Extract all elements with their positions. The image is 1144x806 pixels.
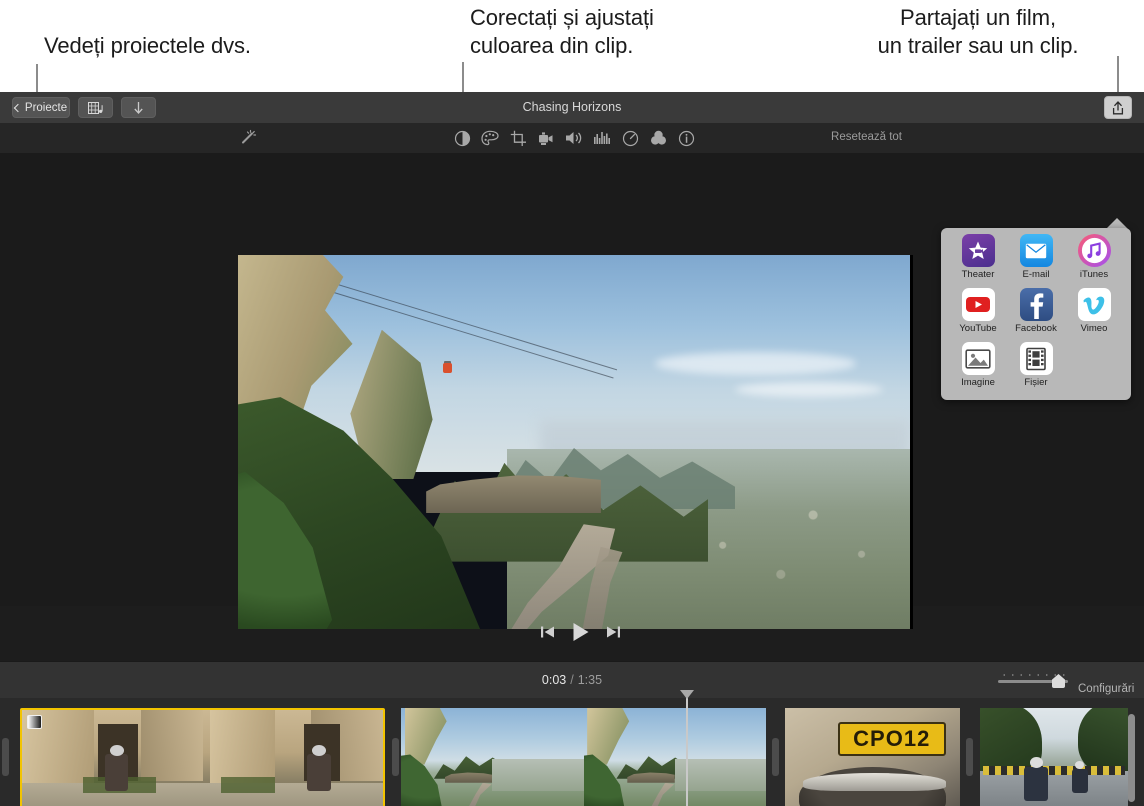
share-item-file[interactable]: Fișier <box>1007 342 1065 396</box>
callout-projects: Vedeți proiectele dvs. <box>44 32 251 60</box>
share-label: Facebook <box>1015 323 1057 334</box>
timeline-clip[interactable]: CPO12 <box>785 708 960 806</box>
share-popover[interactable]: Theater E-mail <box>941 228 1131 400</box>
preview-gondola <box>443 363 452 373</box>
adjustments-toolbar: Resetează tot <box>0 123 1144 154</box>
screenshot-root: Vedeți proiectele dvs. Corectați și ajus… <box>0 0 1144 806</box>
share-icon <box>1112 101 1124 115</box>
clip-frame <box>22 710 203 806</box>
share-label: YouTube <box>959 323 996 334</box>
share-item-theater[interactable]: Theater <box>949 234 1007 288</box>
color-balance-icon[interactable] <box>452 128 472 148</box>
share-label: iTunes <box>1080 269 1108 280</box>
enhance-wand-icon[interactable] <box>238 128 258 148</box>
volume-icon[interactable] <box>564 128 584 148</box>
share-label: Imagine <box>961 377 995 388</box>
share-label: Vimeo <box>1081 323 1108 334</box>
title-bar: Proiecte Chasing Hori <box>0 92 1144 124</box>
vimeo-icon <box>1078 288 1111 321</box>
skip-back-icon <box>540 625 556 639</box>
skip-forward-button[interactable] <box>603 622 623 642</box>
imovie-window: Proiecte Chasing Hori <box>0 92 1144 806</box>
youtube-icon <box>962 288 995 321</box>
playback-controls <box>0 614 1144 656</box>
frame-art <box>203 710 384 806</box>
share-item-itunes[interactable]: iTunes <box>1065 234 1123 288</box>
clip-trim-handle[interactable] <box>2 738 9 776</box>
frame-art: CPO12 <box>785 708 960 806</box>
clip-frame: CPO12 <box>785 708 960 806</box>
share-item-vimeo[interactable]: Vimeo <box>1065 288 1123 342</box>
clip-trim-handle[interactable] <box>966 738 973 776</box>
share-label: E-mail <box>1023 269 1050 280</box>
current-time: 0:03 <box>542 673 566 687</box>
time-separator: / <box>570 673 573 687</box>
frame-art <box>401 708 584 806</box>
frame-art <box>584 708 767 806</box>
crop-icon[interactable] <box>508 128 528 148</box>
clip-frame <box>980 708 1128 806</box>
facebook-icon <box>1020 288 1053 321</box>
timeline-panel[interactable]: 3,3 s – Motorcycle_Rev <box>0 698 1144 806</box>
frame-art <box>980 708 1128 806</box>
clip-trim-handle[interactable] <box>772 738 779 776</box>
speed-icon[interactable] <box>620 128 640 148</box>
share-item-image[interactable]: Imagine <box>949 342 1007 396</box>
clip-frame <box>584 708 767 806</box>
total-duration: 1:35 <box>578 673 602 687</box>
callout-color: Corectați și ajustați culoarea din clip. <box>470 4 654 60</box>
filters-icon[interactable] <box>648 128 668 148</box>
theater-icon <box>962 234 995 267</box>
frame-art <box>22 710 203 806</box>
project-title: Chasing Horizons <box>0 100 1144 114</box>
play-icon <box>572 622 590 642</box>
timeline-vertical-scrollbar[interactable] <box>1128 714 1135 802</box>
share-label: Fișier <box>1024 377 1047 388</box>
share-destinations-grid: Theater E-mail <box>949 234 1123 394</box>
timeline-clip[interactable]: 3,3 s – Motorcycle_Rev <box>20 708 385 806</box>
timecode-display: 0:03 / 1:35 <box>0 673 1144 687</box>
fade-badge-icon[interactable] <box>27 715 42 729</box>
share-button[interactable] <box>1104 96 1132 119</box>
clip-filmstrip <box>980 708 1128 806</box>
clip-filmstrip: CPO12 <box>785 708 960 806</box>
clip-trim-handle[interactable] <box>392 738 399 776</box>
info-icon[interactable] <box>676 128 696 148</box>
file-icon <box>1020 342 1053 375</box>
settings-button[interactable]: Configurări <box>1078 683 1134 695</box>
play-button[interactable] <box>570 621 592 643</box>
skip-back-button[interactable] <box>538 622 558 642</box>
timeline-clip[interactable] <box>401 708 766 806</box>
share-item-email[interactable]: E-mail <box>1007 234 1065 288</box>
timecode-bar: 0:03 / 1:35 Configurări <box>0 661 1144 700</box>
clip-filmstrip <box>22 710 383 806</box>
reset-all-button[interactable]: Resetează tot <box>831 131 902 143</box>
video-preview[interactable] <box>238 255 910 629</box>
callout-share: Partajați un film, un trailer sau un cli… <box>838 4 1118 60</box>
itunes-icon <box>1078 234 1111 267</box>
playhead[interactable] <box>686 690 688 806</box>
timeline-clip[interactable] <box>980 708 1128 806</box>
email-icon <box>1020 234 1053 267</box>
clip-frame <box>401 708 584 806</box>
color-correction-icon[interactable] <box>480 128 500 148</box>
preview-cloud <box>655 352 857 374</box>
license-plate-text: CPO12 <box>838 722 947 756</box>
viewer-right-edge <box>910 255 913 629</box>
clip-frame <box>203 710 384 806</box>
noise-reduction-icon[interactable] <box>592 128 612 148</box>
share-item-facebook[interactable]: Facebook <box>1007 288 1065 342</box>
share-item-youtube[interactable]: YouTube <box>949 288 1007 342</box>
clip-filmstrip <box>401 708 766 806</box>
share-label: Theater <box>962 269 995 280</box>
image-icon <box>962 342 995 375</box>
stabilization-icon[interactable] <box>536 128 556 148</box>
skip-forward-icon <box>605 625 621 639</box>
